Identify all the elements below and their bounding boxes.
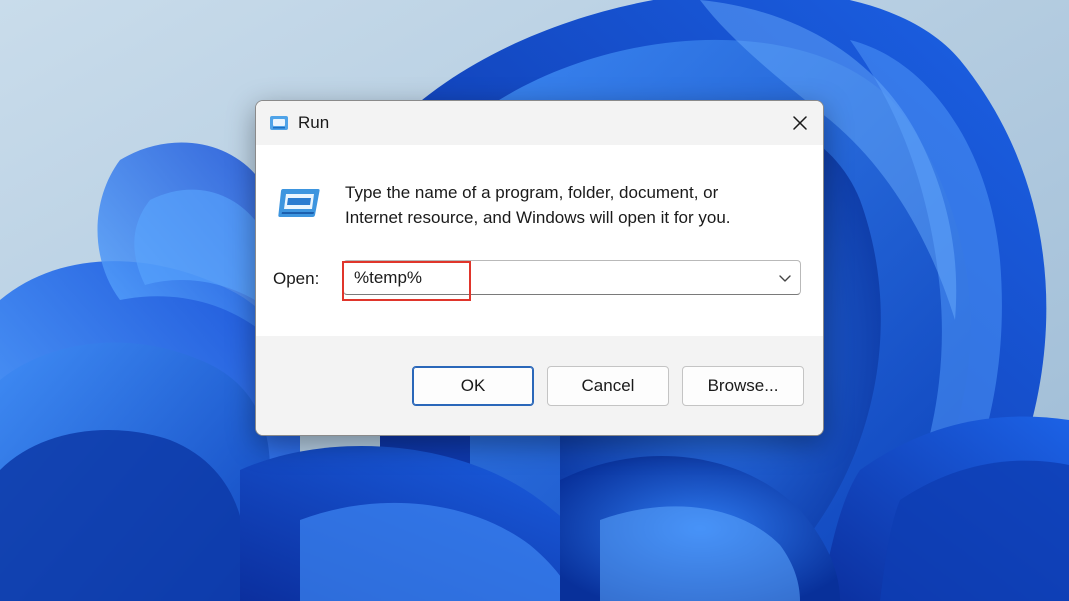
- window-title: Run: [298, 113, 330, 132]
- description-line-2: Internet resource, and Windows will open…: [345, 208, 731, 227]
- run-app-icon: [278, 189, 320, 217]
- description-line-1: Type the name of a program, folder, docu…: [345, 183, 719, 202]
- button-row: OK Cancel Browse...: [256, 336, 823, 435]
- close-button[interactable]: [777, 101, 823, 145]
- dialog-body: Type the name of a program, folder, docu…: [256, 145, 823, 336]
- desktop: Run Type the name of a program, folder, …: [0, 0, 1069, 601]
- description-text: Type the name of a program, folder, docu…: [345, 180, 785, 230]
- title-bar[interactable]: Run: [256, 101, 823, 145]
- cancel-button[interactable]: Cancel: [547, 366, 669, 406]
- run-icon: [270, 116, 288, 130]
- open-label: Open:: [273, 269, 320, 288]
- run-dialog: Run Type the name of a program, folder, …: [255, 100, 824, 436]
- close-icon: [793, 116, 807, 130]
- open-input[interactable]: [354, 261, 754, 294]
- browse-button[interactable]: Browse...: [682, 366, 804, 406]
- chevron-down-icon[interactable]: [778, 271, 792, 285]
- open-combobox[interactable]: [343, 260, 801, 295]
- ok-button[interactable]: OK: [412, 366, 534, 406]
